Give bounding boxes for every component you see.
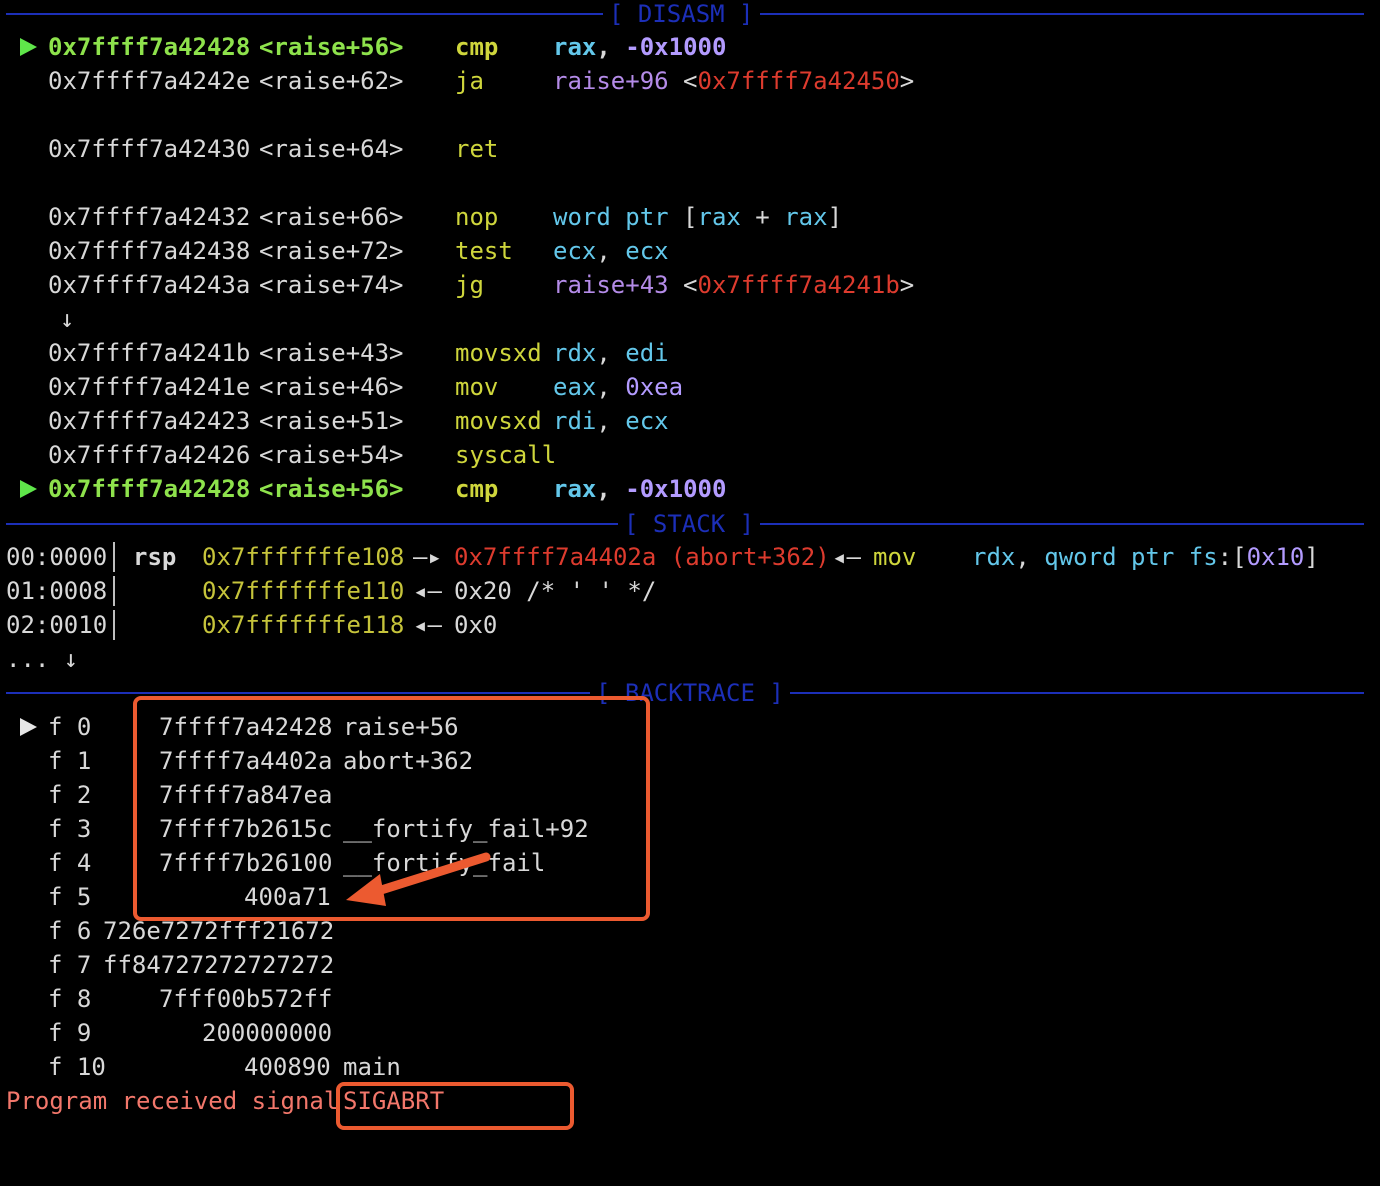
annotation-arrow-icon	[346, 852, 491, 906]
